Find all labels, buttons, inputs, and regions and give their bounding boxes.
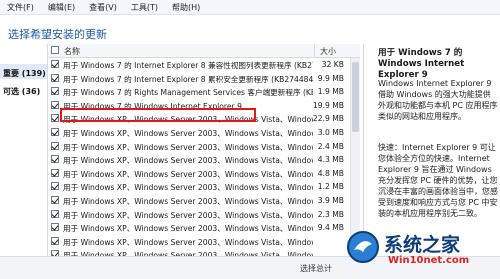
table-row[interactable]: 用于 Windows 7 的 Internet Explorer 8 兼容性视图… — [48, 58, 348, 72]
update-name: 用于 Windows XP、Windows Server 2003、Window… — [63, 129, 313, 138]
watermark: 系统之家 Win10net.com — [338, 228, 498, 276]
update-size: 9.9 MB — [317, 73, 344, 83]
menu-bar: 文件(F) 编辑(E) 查看(V) 工具(T) 帮助(H) — [0, 0, 500, 15]
category-optional[interactable]: 可选 (36) — [3, 86, 40, 97]
update-size: 4.3 MB — [317, 155, 344, 165]
update-size: 3.9 MB — [317, 196, 344, 205]
update-name: 用于 Windows XP、Windows Server 2003、Window… — [63, 142, 313, 152]
table-row[interactable]: 用于 Windows XP、Windows Server 2003、Window… — [48, 235, 348, 249]
menu-tools[interactable]: 工具(T) — [124, 2, 165, 13]
update-name: 用于 Windows XP、Windows Server 2003、Window… — [63, 156, 313, 166]
row-checkbox[interactable] — [51, 87, 59, 96]
row-checkbox[interactable] — [51, 100, 59, 109]
row-checkbox[interactable] — [51, 209, 59, 218]
category-important[interactable]: 重要 (139) — [3, 68, 46, 79]
update-name: 用于 Windows XP、Windows Server 2003、Window… — [63, 197, 313, 206]
update-name: 用于 Windows XP、Windows Server 2003、Window… — [63, 237, 313, 247]
watermark-url: Win10net.com — [388, 255, 470, 266]
watermark-logo — [347, 231, 379, 263]
menu-edit[interactable]: 编辑(E) — [41, 2, 82, 13]
total-label: 选择总计 — [300, 264, 332, 273]
menu-file[interactable]: 文件(F) — [0, 2, 41, 13]
update-size: 3.0 MB — [317, 128, 344, 137]
row-checkbox[interactable] — [51, 236, 59, 245]
menu-help[interactable]: 帮助(H) — [165, 2, 207, 13]
row-checkbox[interactable] — [51, 168, 59, 177]
update-size: 19.9 MB — [312, 100, 344, 110]
table-row[interactable]: 用于 Windows 7 的 Rights Management Service… — [48, 85, 348, 99]
table-row[interactable]: 用于 Windows XP、Windows Server 2003、Window… — [48, 140, 348, 154]
update-name: 用于 Windows 7 的 Rights Management Service… — [63, 88, 313, 98]
row-checkbox[interactable] — [51, 73, 59, 82]
watermark-title: 系统之家 — [384, 234, 461, 256]
column-divider[interactable] — [314, 44, 315, 57]
update-name: 用于 Windows 7 的 Internet Explorer 8 兼容性视图… — [63, 61, 313, 70]
row-checkbox[interactable] — [51, 114, 59, 123]
table-row[interactable]: 用于 Windows XP、Windows Server 2003、Window… — [48, 194, 348, 208]
category-pane: 重要 (139) 可选 (36) — [0, 44, 47, 278]
update-size: 2.3 MB — [317, 209, 344, 219]
update-size: 32 KB — [321, 60, 344, 69]
update-name: 用于 Windows XP、Windows Server 2003、Window… — [63, 224, 313, 234]
update-name: 用于 Windows XP、Windows Server 2003、Window… — [63, 210, 313, 220]
menu-view[interactable]: 查看(V) — [82, 2, 124, 13]
list-header: 名称 大小 — [48, 44, 360, 58]
detail-title: 用于 Windows 7 的 Windows Internet Explorer… — [378, 48, 465, 80]
detail-description: Windows Internet Explorer 9 借助 Windows 的… — [378, 79, 498, 121]
page-title: 选择希望安装的更新 — [8, 28, 107, 41]
highlight-box — [60, 108, 256, 122]
column-size-header[interactable]: 大小 — [320, 46, 336, 57]
update-size: 2.4 MB — [317, 141, 344, 151]
table-row[interactable]: 用于 Windows XP、Windows Server 2003、Window… — [48, 221, 348, 235]
update-name: 用于 Windows 7 的 Internet Explorer 8 累积安全更… — [63, 74, 313, 84]
table-row[interactable]: 用于 Windows XP、Windows Server 2003、Window… — [48, 208, 348, 222]
update-size: 4.8 MB — [317, 168, 344, 178]
update-size: 1.2 MB — [317, 182, 344, 192]
row-checkbox[interactable] — [51, 128, 59, 136]
table-row[interactable]: 用于 Windows XP、Windows Server 2003、Window… — [48, 153, 348, 167]
row-checkbox[interactable] — [51, 182, 59, 191]
update-name: 用于 Windows XP、Windows Server 2003、Window… — [63, 169, 313, 179]
update-size: 22.9 MB — [312, 114, 344, 124]
update-list: 名称 大小 用于 Windows 7 的 Internet Explorer 8… — [47, 44, 360, 278]
select-all-checkbox[interactable] — [51, 46, 59, 54]
row-checkbox[interactable] — [51, 60, 59, 68]
table-row[interactable]: 用于 Windows XP、Windows Server 2003、Window… — [48, 167, 348, 181]
update-name: 用于 Windows XP、Windows Server 2003、Window… — [63, 183, 313, 193]
row-checkbox[interactable] — [51, 155, 59, 164]
table-row[interactable]: 用于 Windows XP、Windows Server 2003、Window… — [48, 180, 348, 194]
update-size: 1.9 MB — [317, 87, 344, 97]
row-checkbox[interactable] — [51, 141, 59, 150]
row-checkbox[interactable] — [51, 196, 59, 204]
scroll-thumb[interactable] — [352, 62, 359, 132]
table-row[interactable]: 用于 Windows 7 的 Internet Explorer 8 累积安全更… — [48, 72, 348, 86]
column-name-header[interactable]: 名称 — [64, 46, 80, 57]
detail-description-2: 快速：Internet Explorer 9 可让您体验全方位的快速。Inter… — [378, 143, 498, 218]
row-checkbox[interactable] — [51, 223, 59, 232]
table-row[interactable]: 用于 Windows XP、Windows Server 2003、Window… — [48, 126, 348, 140]
select-all[interactable] — [48, 44, 62, 57]
